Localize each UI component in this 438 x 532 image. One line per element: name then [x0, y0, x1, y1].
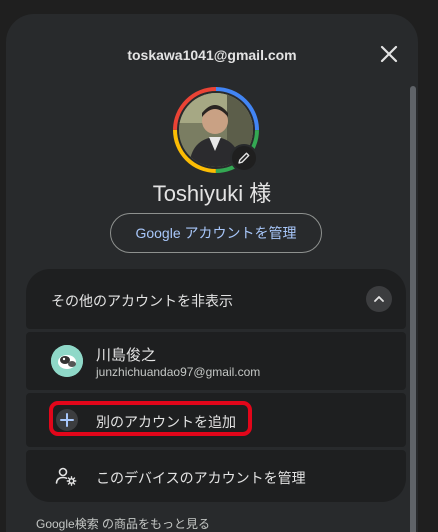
edit-photo-button[interactable]	[230, 144, 258, 172]
other-accounts-toggle[interactable]: その他のアカウントを非表示	[26, 269, 406, 329]
pencil-icon	[238, 152, 250, 164]
close-button[interactable]	[376, 41, 402, 67]
account-avatar	[51, 345, 83, 377]
account-panel: toskawa1041@gmail.com Toshiyuki 様 Google…	[6, 14, 418, 532]
profile-name: Toshiyuki 様	[152, 181, 272, 206]
collapse-button[interactable]	[366, 286, 392, 312]
add-account-button[interactable]: 別のアカウントを追加	[26, 393, 406, 447]
chevron-up-icon	[374, 296, 384, 302]
plus-icon	[56, 409, 78, 431]
account-list-item[interactable]: 川島俊之 junzhichuandao97@gmail.com	[26, 332, 406, 390]
add-account-label: 別のアカウントを追加	[96, 414, 236, 430]
scrollbar[interactable]	[410, 86, 416, 532]
account-email-secondary: junzhichuandao97@gmail.com	[96, 365, 261, 379]
close-icon	[380, 45, 398, 63]
profile-avatar[interactable]	[172, 86, 260, 174]
manage-device-accounts-button[interactable]: このデバイスのアカウントを管理	[26, 450, 406, 502]
manage-accounts-icon	[55, 467, 77, 486]
account-name: 川島俊之	[96, 347, 157, 364]
more-products-link[interactable]: Google検索 の商品をもっと見る	[36, 515, 210, 532]
manage-google-account-button[interactable]: Google アカウントを管理	[110, 213, 322, 253]
other-accounts-toggle-label: その他のアカウントを非表示	[51, 293, 233, 309]
manage-device-accounts-label: このデバイスのアカウントを管理	[96, 470, 306, 486]
account-email: toskawa1041@gmail.com	[127, 47, 297, 63]
